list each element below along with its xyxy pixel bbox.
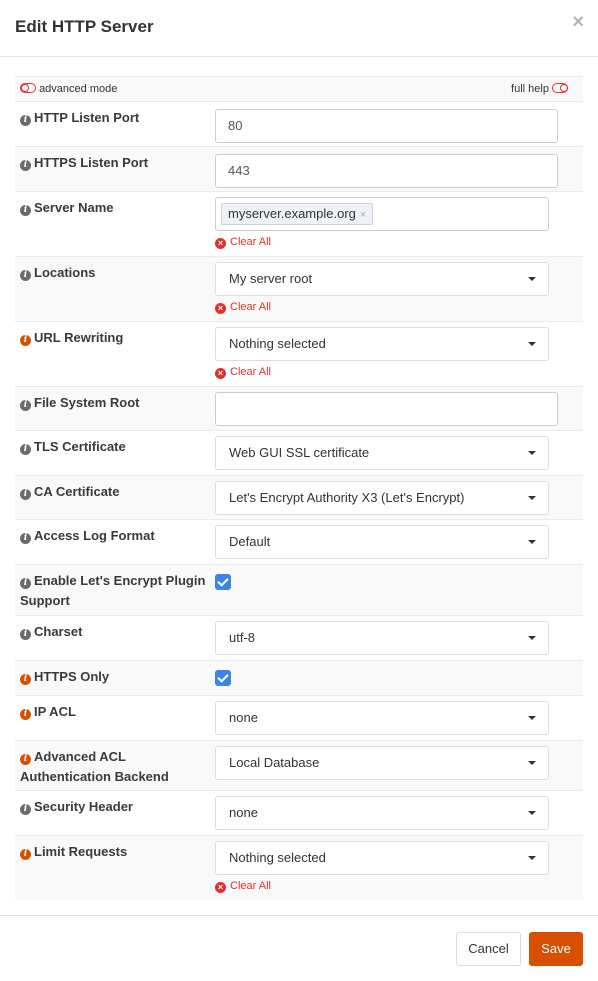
full-help-label: full help (511, 83, 549, 95)
caret-down-icon (528, 496, 536, 500)
field-row-server-name: i Server Name myserver.example.org × × Clea… (15, 192, 583, 257)
tls-certificate-select[interactable]: Web GUI SSL certificate (215, 436, 549, 470)
field-label: Server Name (34, 200, 114, 215)
field-row-https-listen-port: i HTTPS Listen Port 443 (15, 147, 583, 192)
http-listen-port-input[interactable]: 80 (215, 109, 558, 143)
field-label: TLS Certificate (34, 439, 126, 454)
field-label: Advanced ACL Authentication Backend (20, 749, 169, 784)
field-row-charset: i Charset utf-8 (15, 616, 583, 661)
info-icon[interactable]: i (20, 804, 31, 815)
field-row-advanced-acl-backend: i Advanced ACL Authentication Backend Loc… (15, 741, 583, 791)
file-system-root-input[interactable] (215, 392, 558, 426)
info-icon[interactable]: i (20, 629, 31, 640)
field-row-limit-requests: i Limit Requests Nothing selected × Clear … (15, 836, 583, 900)
caret-down-icon (528, 342, 536, 346)
field-label: File System Root (34, 395, 140, 410)
clear-icon: × (215, 882, 226, 893)
caret-down-icon (528, 636, 536, 640)
ip-acl-select[interactable]: none (215, 701, 549, 735)
field-row-url-rewriting: i URL Rewriting Nothing selected × Clear A… (15, 322, 583, 387)
full-help-toggle[interactable]: full help (511, 83, 568, 95)
info-icon[interactable]: i (20, 849, 31, 860)
field-label: Access Log Format (34, 528, 155, 543)
https-listen-port-input[interactable]: 443 (215, 154, 558, 188)
caret-down-icon (528, 277, 536, 281)
advanced-mode-toggle[interactable]: advanced mode (20, 83, 117, 95)
info-icon[interactable]: i (20, 205, 31, 216)
modal-title: Edit HTTP Server (15, 17, 154, 36)
info-icon[interactable]: i (20, 674, 31, 685)
field-row-access-log-format: i Access Log Format Default (15, 520, 583, 565)
field-row-ip-acl: i IP ACL none (15, 696, 583, 741)
field-label: CA Certificate (34, 484, 120, 499)
info-icon[interactable]: i (20, 578, 31, 589)
clear-icon: × (215, 368, 226, 379)
clear-icon: × (215, 238, 226, 249)
field-row-security-header: i Security Header none (15, 791, 583, 836)
field-label: Enable Let's Encrypt Plugin Support (20, 573, 206, 608)
field-label: HTTP Listen Port (34, 110, 140, 125)
ca-certificate-select[interactable]: Let's Encrypt Authority X3 (Let's Encryp… (215, 481, 549, 515)
caret-down-icon (528, 811, 536, 815)
field-label: HTTPS Only (34, 669, 110, 684)
caret-down-icon (528, 540, 536, 544)
field-row-http-listen-port: i HTTP Listen Port 80 (15, 102, 583, 147)
caret-down-icon (528, 716, 536, 720)
close-icon[interactable]: × (572, 12, 584, 32)
field-label: URL Rewriting (34, 330, 124, 345)
field-row-https-only: i HTTPS Only (15, 661, 583, 696)
field-label: HTTPS Listen Port (34, 155, 149, 170)
info-icon[interactable]: i (20, 115, 31, 126)
tag-text: myserver.example.org (228, 206, 356, 221)
advanced-acl-backend-select[interactable]: Local Database (215, 746, 549, 780)
modal-header: Edit HTTP Server × (0, 0, 598, 57)
server-name-tag: myserver.example.org × (221, 203, 374, 225)
info-icon[interactable]: i (20, 709, 31, 720)
advanced-mode-label: advanced mode (39, 83, 118, 95)
field-label: Locations (34, 265, 96, 280)
info-icon[interactable]: i (20, 335, 31, 346)
field-label: Charset (34, 624, 83, 639)
clear-all-link[interactable]: × Clear All (215, 235, 549, 250)
info-icon[interactable]: i (20, 160, 31, 171)
form-table: advanced mode full help i HTTP Listen Por… (15, 76, 583, 900)
locations-select[interactable]: My server root (215, 262, 549, 296)
remove-tag-icon[interactable]: × (360, 209, 366, 221)
field-label: IP ACL (34, 704, 76, 719)
field-label: Security Header (34, 799, 133, 814)
field-row-tls-certificate: i TLS Certificate Web GUI SSL certificate (15, 431, 583, 476)
caret-down-icon (528, 761, 536, 765)
clear-all-link[interactable]: × Clear All (215, 365, 549, 380)
letsencrypt-support-checkbox[interactable] (215, 574, 231, 590)
charset-select[interactable]: utf-8 (215, 621, 549, 655)
access-log-format-select[interactable]: Default (215, 525, 549, 559)
mode-toggles-row: advanced mode full help (15, 77, 583, 102)
toggle-off-icon (20, 83, 36, 93)
field-row-ca-certificate: i CA Certificate Let's Encrypt Authority … (15, 476, 583, 520)
info-icon[interactable]: i (20, 533, 31, 544)
clear-all-link[interactable]: × Clear All (215, 300, 549, 315)
toggle-off-icon (552, 83, 568, 93)
security-header-select[interactable]: none (215, 796, 549, 830)
save-button[interactable]: Save (529, 932, 583, 966)
cancel-button[interactable]: Cancel (456, 932, 521, 966)
info-icon[interactable]: i (20, 270, 31, 281)
server-name-input[interactable]: myserver.example.org × (215, 197, 549, 231)
modal-footer: Cancel Save (0, 915, 598, 981)
clear-icon: × (215, 303, 226, 314)
clear-all-link[interactable]: × Clear All (215, 879, 549, 894)
info-icon[interactable]: i (20, 444, 31, 455)
caret-down-icon (528, 451, 536, 455)
url-rewriting-select[interactable]: Nothing selected (215, 327, 549, 361)
info-icon[interactable]: i (20, 754, 31, 765)
field-row-letsencrypt-support: i Enable Let's Encrypt Plugin Support (15, 565, 583, 616)
limit-requests-select[interactable]: Nothing selected (215, 841, 549, 875)
https-only-checkbox[interactable] (215, 670, 231, 686)
caret-down-icon (528, 856, 536, 860)
field-row-file-system-root: i File System Root (15, 387, 583, 431)
field-label: Limit Requests (34, 844, 128, 859)
field-row-locations: i Locations My server root × Clear All (15, 257, 583, 322)
info-icon[interactable]: i (20, 400, 31, 411)
info-icon[interactable]: i (20, 489, 31, 500)
